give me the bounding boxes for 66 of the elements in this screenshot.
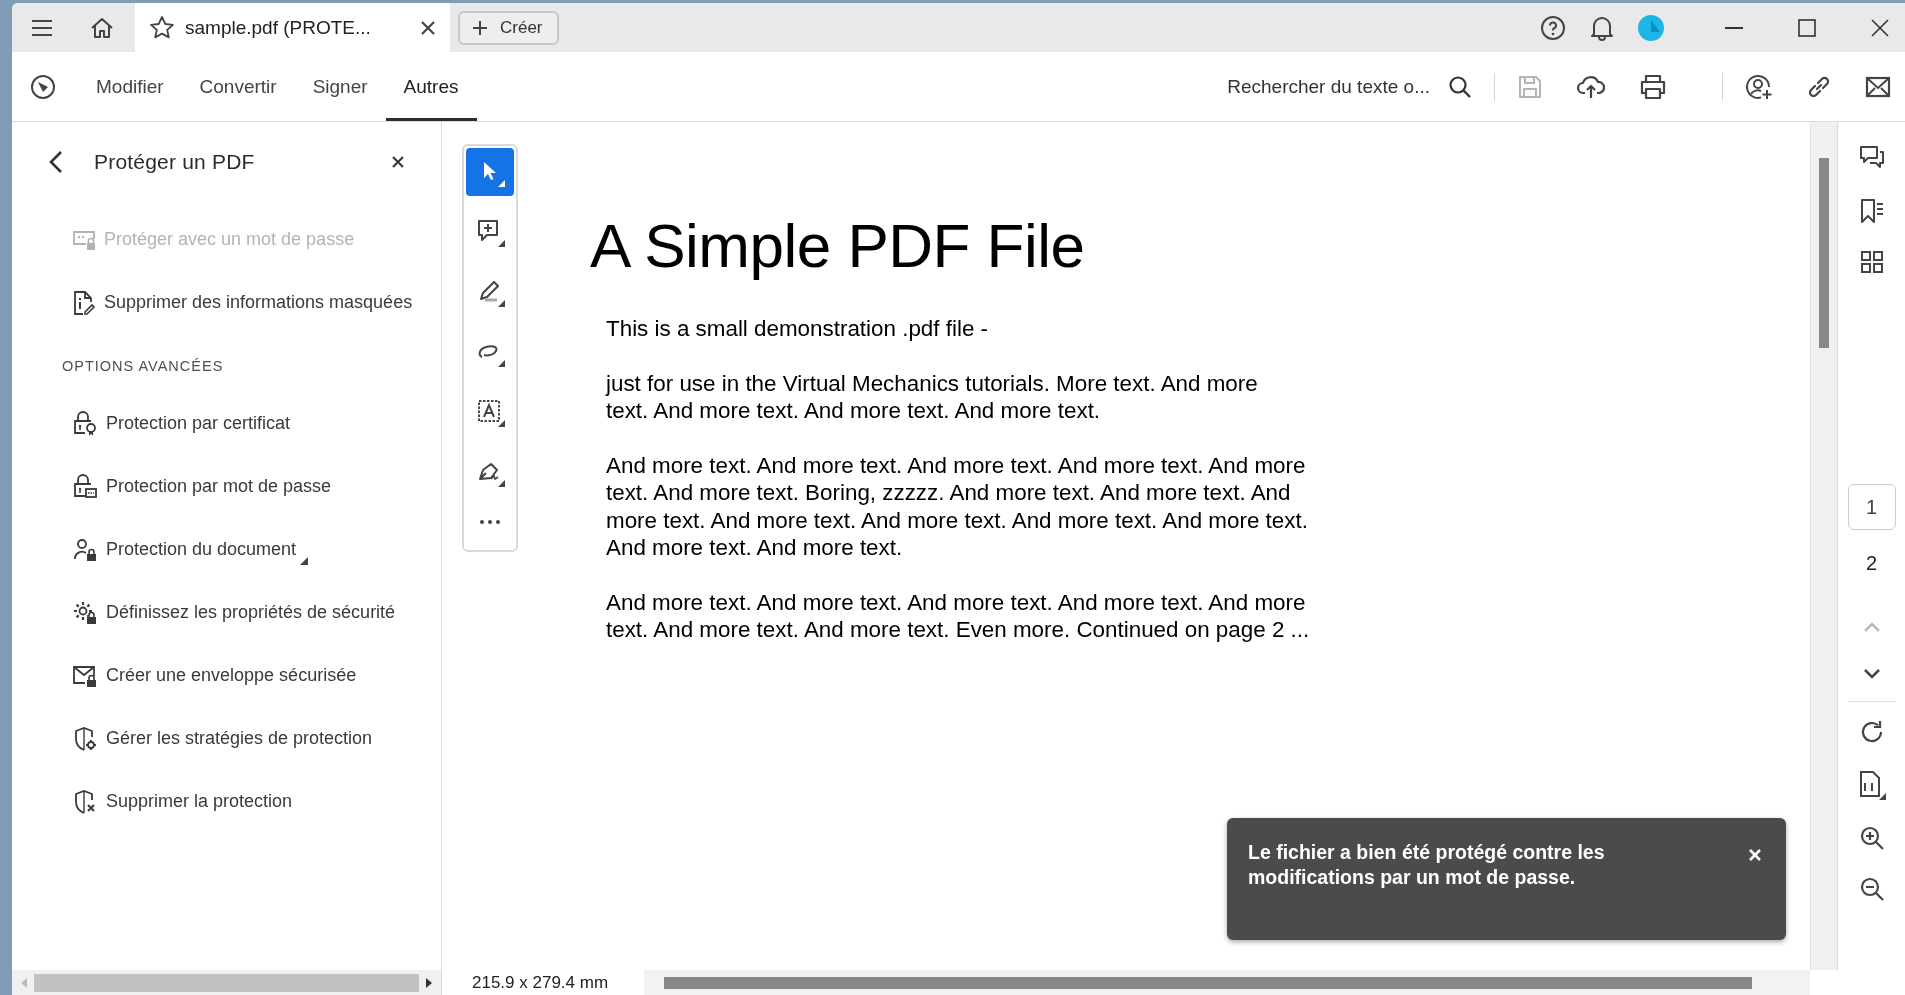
maximize-icon[interactable] xyxy=(1797,17,1817,38)
zoom-out-icon[interactable] xyxy=(1858,876,1885,902)
create-button[interactable]: Créer xyxy=(458,10,559,45)
more-icon xyxy=(479,519,501,525)
cloud-upload-icon[interactable] xyxy=(1576,73,1606,100)
shield-gear-icon xyxy=(72,725,98,752)
add-comment-icon xyxy=(475,217,505,247)
menu-icon xyxy=(31,18,53,37)
toolbar-tab[interactable]: Modifier xyxy=(78,52,182,121)
panel-title: Protéger un PDF xyxy=(94,150,256,174)
panel-item[interactable]: Protection par certificat xyxy=(48,392,441,455)
document-paragraph: just for use in the Virtual Mechanics tutorials. More text. And more text. And more text. And more text. And more text. xyxy=(606,369,1259,425)
compass-icon[interactable] xyxy=(30,73,56,100)
scroll-right-icon[interactable] xyxy=(425,977,433,988)
print-icon[interactable] xyxy=(1639,73,1667,100)
close-icon[interactable] xyxy=(420,19,436,36)
grid-icon[interactable] xyxy=(1859,250,1884,274)
scrollbar-thumb[interactable] xyxy=(664,976,1753,989)
panel-item[interactable]: Définissez les propriétés de sécurité xyxy=(48,581,441,644)
toolbar-tab[interactable]: Convertir xyxy=(181,52,295,121)
document-title: A Simple PDF File xyxy=(590,210,1086,281)
tab-title: sample.pdf (PROTE... xyxy=(185,16,372,39)
toolbar-tab[interactable]: Signer xyxy=(294,52,386,121)
document-paragraph: This is a small demonstration .pdf file - xyxy=(606,315,990,343)
back-icon[interactable] xyxy=(48,150,64,174)
search-field[interactable]: Rechercher du texte o... xyxy=(1227,74,1472,99)
horizontal-scrollbar[interactable] xyxy=(12,970,442,995)
home-icon xyxy=(90,16,114,39)
document-info-icon xyxy=(72,289,96,316)
certificate-lock-icon xyxy=(72,410,98,437)
user-lock-icon xyxy=(72,536,98,563)
vertical-scrollbar[interactable] xyxy=(1810,122,1837,970)
panel-item[interactable]: Protection du document xyxy=(48,518,441,581)
toast-message: Le fichier a bien été protégé contre les modifications par un mot de passe. xyxy=(1248,840,1606,890)
chevron-down-icon[interactable] xyxy=(1862,668,1881,680)
gear-lock-icon xyxy=(72,599,98,626)
scrollbar-thumb[interactable] xyxy=(1819,158,1829,348)
close-icon[interactable] xyxy=(391,155,405,169)
plus-icon xyxy=(472,19,488,36)
section-label: OPTIONS AVANCÉES xyxy=(62,358,225,374)
add-user-icon[interactable] xyxy=(1745,72,1773,101)
document-paragraph: And more text. And more text. And more text. And more text. And more text. And more text. And more text. Even more. Continued on page 2 ... xyxy=(606,588,1310,644)
avatar-icon[interactable] xyxy=(1638,14,1664,41)
star-icon xyxy=(149,15,175,40)
mail-icon[interactable] xyxy=(1865,75,1891,98)
document-tab[interactable]: sample.pdf (PROTE... xyxy=(135,3,450,52)
panel-item[interactable]: Supprimer des informations masquées xyxy=(48,271,441,334)
zoom-in-icon[interactable] xyxy=(1858,825,1885,851)
panel-item[interactable]: Créer une enveloppe sécurisée xyxy=(48,644,441,707)
page-number-button[interactable]: 2 xyxy=(1847,540,1896,586)
page-number-button[interactable]: 1 xyxy=(1847,484,1896,530)
search-icon xyxy=(1448,74,1472,99)
text-select-icon xyxy=(475,397,505,427)
actual-size-icon[interactable] xyxy=(1857,770,1886,800)
password-lock-icon xyxy=(72,473,98,500)
scrollbar-thumb[interactable] xyxy=(34,973,419,992)
panel-item[interactable]: Supprimer la protection xyxy=(48,770,441,833)
panel-item[interactable]: Protection par mot de passe xyxy=(48,455,441,518)
help-icon[interactable] xyxy=(1540,14,1566,41)
tool-button[interactable] xyxy=(466,148,514,196)
close-icon[interactable] xyxy=(1870,17,1890,38)
shield-x-icon xyxy=(72,788,98,815)
panel-item[interactable]: Gérer les stratégies de protection xyxy=(48,707,441,770)
document-paragraph: And more text. And more text. And more text. And more text. And more text. And more text. Boring, zzzzz. And more text. And more text. And more text. And more text. And more text. And more text. And more text. And more text. And more text. xyxy=(606,451,1309,562)
bell-icon[interactable] xyxy=(1590,14,1614,41)
page-size-label: 215.9 x 279.4 mm xyxy=(442,970,645,995)
